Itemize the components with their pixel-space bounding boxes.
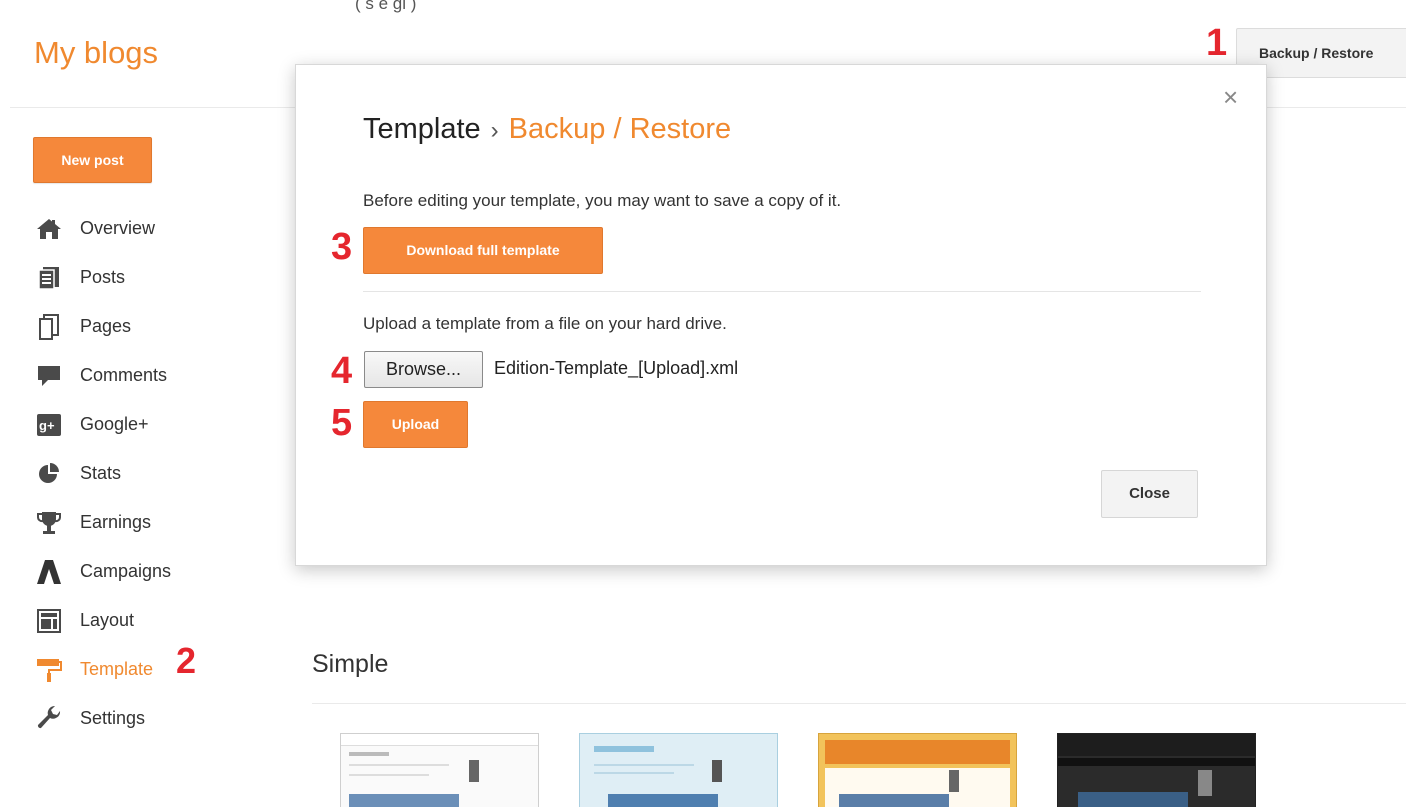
sidebar-item-campaigns[interactable]: Campaigns xyxy=(34,547,171,596)
paint-roller-icon xyxy=(34,657,64,683)
upload-button[interactable]: Upload xyxy=(363,401,468,448)
sidebar-item-earnings[interactable]: Earnings xyxy=(34,498,171,547)
sidebar-item-label: Pages xyxy=(80,316,132,336)
sidebar-item-stats[interactable]: Stats xyxy=(34,449,171,498)
sidebar-item-settings[interactable]: Settings xyxy=(34,694,171,743)
selected-file-name: Edition-Template_[Upload].xml xyxy=(494,358,739,378)
sidebar-item-overview[interactable]: Overview xyxy=(34,204,171,253)
sidebar-item-label: Stats xyxy=(80,463,122,483)
pie-chart-icon xyxy=(34,461,64,487)
step-marker-3: 3 xyxy=(331,226,353,268)
sidebar-nav: Overview Posts Pages Comments g+ Google+ xyxy=(34,204,171,743)
dialog-divider xyxy=(363,291,1201,292)
trophy-icon xyxy=(34,510,64,536)
breadcrumb-current: Backup / Restore xyxy=(508,113,732,145)
sidebar-item-label: Google+ xyxy=(80,414,149,434)
comment-icon xyxy=(34,363,64,389)
sidebar-item-label: Layout xyxy=(80,610,135,630)
new-post-button[interactable]: New post xyxy=(33,137,152,183)
themes-divider xyxy=(312,703,1406,704)
step-marker-5: 5 xyxy=(331,402,353,444)
close-button[interactable]: Close xyxy=(1101,470,1198,518)
sidebar-item-posts[interactable]: Posts xyxy=(34,253,171,302)
layout-icon xyxy=(34,608,64,634)
sidebar-item-label: Posts xyxy=(80,267,126,287)
top-cut-off-text: ( s e gi ) xyxy=(355,0,417,13)
step-marker-4: 4 xyxy=(331,350,353,392)
theme-thumbnail-simple-white[interactable] xyxy=(340,733,539,807)
brand-title[interactable]: My blogs xyxy=(34,35,158,71)
sidebar-item-label: Overview xyxy=(80,218,156,238)
browse-button[interactable]: Browse... xyxy=(364,351,483,388)
sidebar-item-label: Earnings xyxy=(80,512,152,532)
sidebar-item-label: Comments xyxy=(80,365,168,385)
page-icon xyxy=(34,313,64,340)
home-icon xyxy=(34,216,64,242)
step-marker-2: 2 xyxy=(176,640,197,681)
breadcrumb-separator-icon: › xyxy=(490,117,499,144)
blogger-template-page: ( s e gi ) My blogs Backup / Restore 1 N… xyxy=(0,0,1406,807)
sidebar-item-comments[interactable]: Comments xyxy=(34,351,171,400)
step-marker-1: 1 xyxy=(1206,22,1228,64)
theme-thumbnail-simple-orange[interactable] xyxy=(818,733,1017,807)
close-icon[interactable]: × xyxy=(1223,84,1238,110)
sidebar-item-template[interactable]: Template xyxy=(34,645,171,694)
upload-description: Upload a template from a file on your ha… xyxy=(363,314,727,333)
theme-thumbnail-simple-blue[interactable] xyxy=(579,733,778,807)
svg-text:g+: g+ xyxy=(39,418,55,433)
themes-section-title: Simple xyxy=(312,650,389,678)
posts-icon xyxy=(34,265,64,291)
download-description: Before editing your template, you may wa… xyxy=(363,191,842,210)
dialog-breadcrumb: Template › Backup / Restore xyxy=(363,113,731,146)
sidebar-item-pages[interactable]: Pages xyxy=(34,302,171,351)
sidebar-item-label: Campaigns xyxy=(80,561,172,581)
google-plus-icon: g+ xyxy=(34,412,64,438)
download-full-template-button[interactable]: Download full template xyxy=(363,227,603,274)
theme-thumbnail-travel[interactable] xyxy=(1057,733,1256,807)
sidebar-item-layout[interactable]: Layout xyxy=(34,596,171,645)
sidebar-item-label: Template xyxy=(80,659,154,679)
wrench-icon xyxy=(34,705,64,732)
sidebar-item-label: Settings xyxy=(80,708,146,728)
breadcrumb-parent: Template xyxy=(363,113,481,145)
sidebar-item-google-plus[interactable]: g+ Google+ xyxy=(34,400,171,449)
adwords-icon xyxy=(34,559,64,585)
